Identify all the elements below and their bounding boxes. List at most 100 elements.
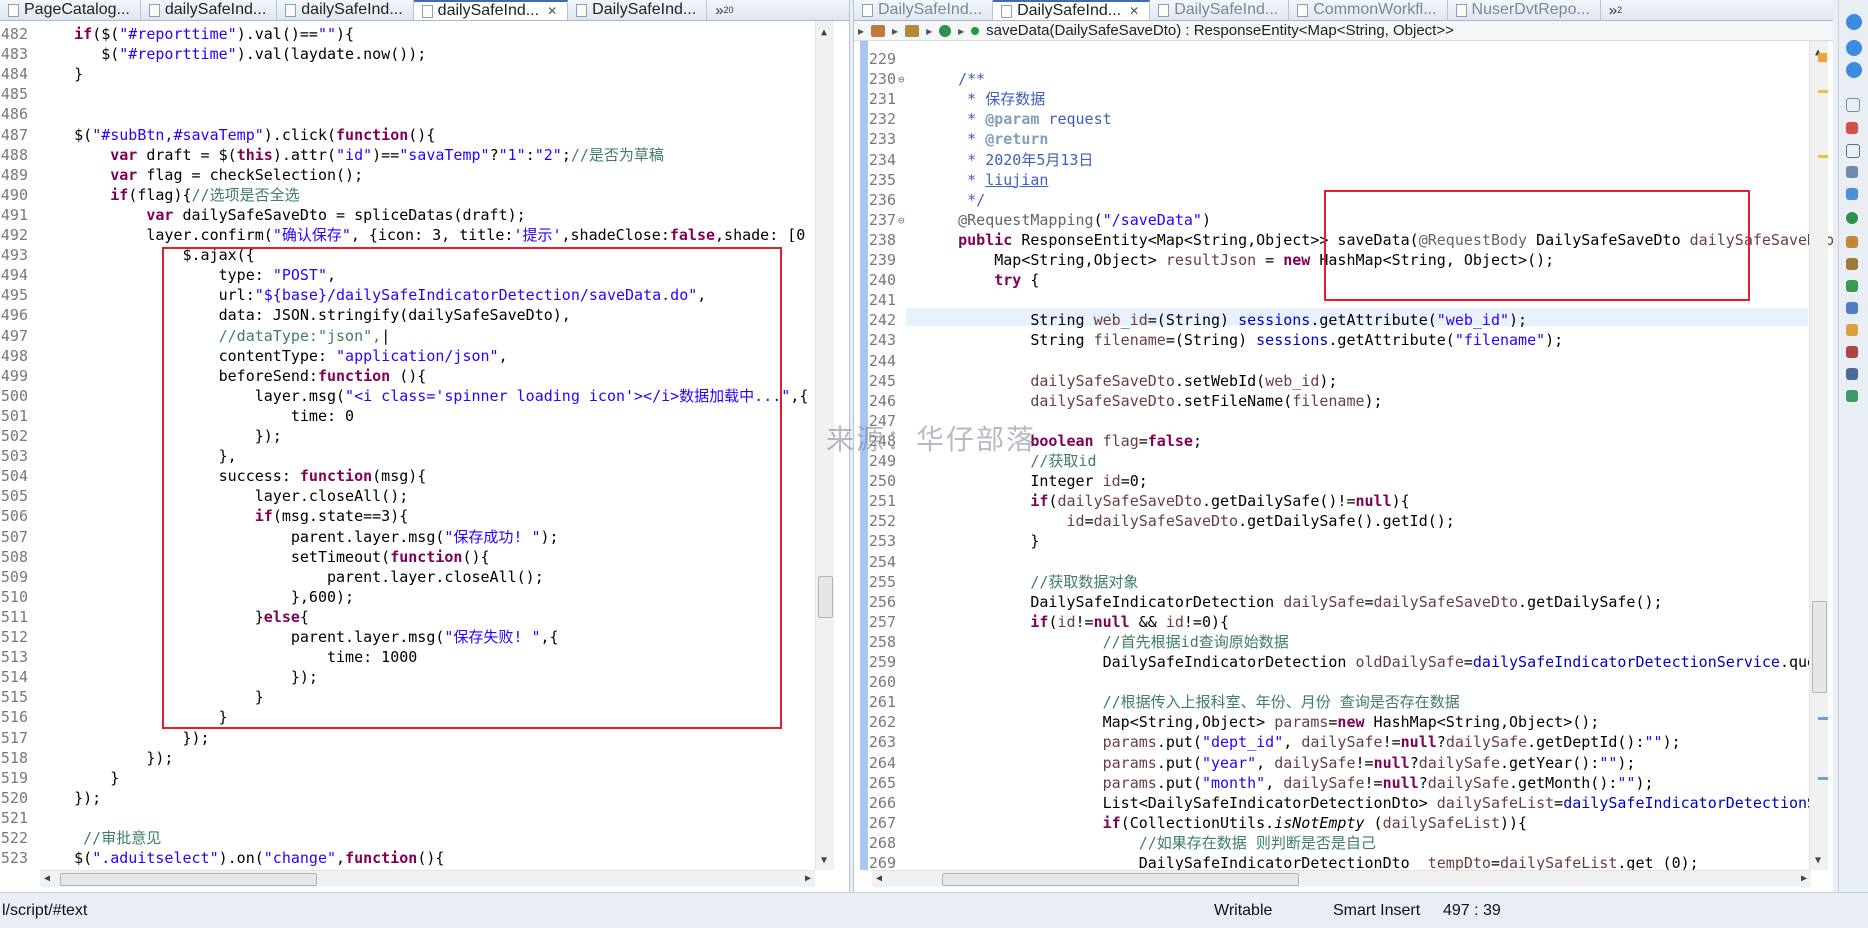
code-line[interactable]: if(id!=null && id!=0){ bbox=[922, 613, 1229, 631]
close-icon[interactable]: ✕ bbox=[1129, 4, 1139, 18]
close-icon[interactable]: ✕ bbox=[547, 4, 557, 18]
code-line[interactable]: }); bbox=[38, 729, 209, 747]
code-line[interactable]: if(CollectionUtils.isNotEmpty (dailySafe… bbox=[922, 814, 1527, 832]
code-line[interactable]: parent.layer.closeAll(); bbox=[38, 568, 544, 586]
globe-icon[interactable] bbox=[1846, 14, 1862, 30]
overview-marker[interactable] bbox=[1818, 717, 1828, 720]
scroll-down-arrow-icon[interactable]: ▼ bbox=[1815, 855, 1821, 866]
left-tab[interactable]: DailySafeInd... bbox=[568, 0, 708, 20]
code-line[interactable]: beforeSend:function (){ bbox=[38, 367, 427, 385]
code-line[interactable]: Map<String,Object> resultJson = new Hash… bbox=[922, 252, 1554, 269]
right-scroll-thumb[interactable] bbox=[1812, 601, 1827, 693]
code-line[interactable]: //首先根据id查询原始数据 bbox=[922, 633, 1289, 651]
code-line[interactable]: params.put("dept_id", dailySafe!=null?da… bbox=[922, 734, 1681, 751]
code-line[interactable]: * 2020年5月13日 bbox=[922, 151, 1093, 169]
code-line[interactable]: if(msg.state==3){ bbox=[38, 508, 409, 525]
code-line[interactable]: if(flag){//选项是否全选 bbox=[38, 186, 299, 204]
code-line[interactable]: String web_id=(String) sessions.getAttri… bbox=[922, 312, 1527, 329]
scroll-left-arrow-icon[interactable]: ◀ bbox=[44, 873, 50, 884]
code-line[interactable]: time: 0 bbox=[38, 407, 354, 425]
scroll-up-arrow-icon[interactable]: ▲ bbox=[821, 27, 827, 38]
code-line[interactable]: }); bbox=[38, 749, 173, 767]
scroll-right-arrow-icon[interactable]: ▶ bbox=[805, 873, 811, 884]
fold-toggle-icon[interactable]: ⊖ bbox=[898, 214, 905, 227]
scroll-left-arrow-icon[interactable]: ◀ bbox=[876, 873, 882, 884]
tab-overflow-button[interactable]: » 20 bbox=[707, 0, 741, 20]
right-tab[interactable]: DailySafeInd... ✕ bbox=[993, 0, 1151, 20]
code-line[interactable]: //审批意见 bbox=[38, 830, 161, 847]
status-insert-mode[interactable]: Smart Insert bbox=[1333, 902, 1420, 920]
code-line[interactable]: } bbox=[38, 689, 264, 706]
code-line[interactable]: @RequestMapping("/saveData") bbox=[922, 211, 1211, 229]
left-tab[interactable]: dailySafeInd... bbox=[141, 0, 278, 20]
console-icon[interactable] bbox=[1846, 144, 1860, 158]
code-line[interactable]: } bbox=[922, 533, 1039, 550]
code-line[interactable]: params.put("year", dailySafe!=null?daily… bbox=[922, 754, 1636, 772]
right-tab[interactable]: DailySafeInd... bbox=[1150, 0, 1290, 20]
code-line[interactable]: url:"${base}/dailySafeIndicatorDetection… bbox=[38, 287, 707, 304]
right-tab[interactable]: NuserDvtRepo... bbox=[1448, 0, 1601, 20]
code-line[interactable]: }); bbox=[38, 428, 282, 445]
globe-icon[interactable] bbox=[1846, 40, 1862, 56]
code-line[interactable]: }); bbox=[38, 789, 101, 807]
code-line[interactable]: var draft = $(this).attr("id")=="savaTem… bbox=[38, 146, 664, 164]
code-line[interactable]: params.put("month", dailySafe!=null?dail… bbox=[922, 774, 1654, 792]
code-line[interactable]: if(dailySafeSaveDto.getDailySafe()!=null… bbox=[922, 493, 1409, 510]
code-line[interactable]: String filename=(String) sessions.getAtt… bbox=[922, 332, 1563, 349]
type-hierarchy-icon[interactable] bbox=[1846, 122, 1858, 134]
code-line[interactable]: if($("#reporttime").val()==""){ bbox=[38, 26, 354, 43]
code-line[interactable]: //根据传入上报科室、年份、月份 查询是否存在数据 bbox=[922, 694, 1460, 711]
breakpoints-icon[interactable] bbox=[1846, 302, 1858, 314]
code-line[interactable]: id=dailySafeSaveDto.getDailySafe().getId… bbox=[922, 513, 1455, 530]
code-line[interactable]: dailySafeSaveDto.setFileName(filename); bbox=[922, 392, 1382, 410]
right-horizontal-scrollbar[interactable]: ◀ ▶ bbox=[872, 870, 1811, 887]
code-line[interactable]: public ResponseEntity<Map<String,Object>… bbox=[922, 231, 1833, 249]
code-line[interactable]: setTimeout(function(){ bbox=[38, 548, 490, 566]
overview-marker[interactable] bbox=[1818, 777, 1828, 780]
right-tab[interactable]: CommonWorkfl... bbox=[1289, 0, 1448, 20]
code-line[interactable]: },600); bbox=[38, 588, 354, 606]
outline-icon[interactable] bbox=[1846, 98, 1860, 112]
code-line[interactable]: //获取数据对象 bbox=[922, 573, 1138, 591]
code-line[interactable]: time: 1000 bbox=[38, 649, 417, 666]
code-line[interactable]: $(".aduitselect").on("change",function()… bbox=[38, 850, 444, 867]
code-line[interactable]: dailySafeSaveDto.setWebId(web_id); bbox=[922, 372, 1337, 390]
overview-marker[interactable] bbox=[1818, 155, 1828, 158]
code-line[interactable]: DailySafeIndicatorDetection oldDailySafe… bbox=[922, 654, 1816, 671]
code-line[interactable]: List<DailySafeIndicatorDetectionDto> dai… bbox=[922, 794, 1816, 812]
code-line[interactable]: $("#reporttime").val(laydate.now()); bbox=[38, 46, 426, 63]
code-line[interactable]: contentType: "application/json", bbox=[38, 347, 508, 365]
code-line[interactable]: Integer id=0; bbox=[922, 473, 1147, 490]
code-line[interactable]: /** bbox=[922, 71, 985, 88]
left-hscroll-thumb[interactable] bbox=[60, 873, 317, 886]
left-tab[interactable]: dailySafeInd... ✕ bbox=[413, 0, 569, 20]
code-line[interactable]: var dailySafeSaveDto = spliceDatas(draft… bbox=[38, 206, 525, 224]
team-icon[interactable] bbox=[1846, 390, 1858, 402]
code-line[interactable]: var flag = checkSelection(); bbox=[38, 166, 363, 184]
code-line[interactable]: */ bbox=[922, 191, 985, 209]
code-line[interactable]: //dataType:"json",| bbox=[38, 327, 391, 345]
code-line[interactable]: parent.layer.msg("保存失败! ",{ bbox=[38, 629, 559, 646]
code-line[interactable]: }, bbox=[38, 448, 237, 465]
tab-overflow-button[interactable]: » 2 bbox=[1601, 0, 1630, 20]
code-line[interactable]: success: function(msg){ bbox=[38, 468, 427, 485]
junit-icon[interactable] bbox=[1846, 346, 1858, 358]
code-line[interactable]: Map<String,Object> params=new HashMap<St… bbox=[922, 714, 1600, 731]
code-line[interactable]: layer.confirm("确认保存", {icon: 3, title:'提… bbox=[38, 227, 805, 244]
left-tab[interactable]: PageCatalog... bbox=[0, 0, 141, 20]
left-code-area[interactable]: 482 if($("#reporttime").val()==""){483 $… bbox=[0, 21, 849, 892]
history-icon[interactable] bbox=[1846, 324, 1858, 336]
servers-icon[interactable] bbox=[1846, 188, 1858, 200]
wrench-icon[interactable] bbox=[1846, 258, 1858, 270]
scroll-down-arrow-icon[interactable]: ▼ bbox=[821, 855, 827, 866]
code-line[interactable]: * 保存数据 bbox=[922, 91, 1045, 108]
fold-toggle-icon[interactable]: ⊖ bbox=[898, 73, 905, 86]
overview-marker[interactable] bbox=[1818, 90, 1828, 93]
code-line[interactable]: } bbox=[38, 769, 119, 787]
code-line[interactable]: data: JSON.stringify(dailySafeSaveDto), bbox=[38, 307, 571, 324]
debug-icon[interactable] bbox=[1846, 280, 1858, 292]
left-tab[interactable]: dailySafeInd... bbox=[277, 0, 414, 20]
right-vertical-scrollbar[interactable]: ▲ ▼ bbox=[1809, 41, 1828, 870]
search-icon[interactable] bbox=[1846, 212, 1858, 224]
code-line[interactable]: * @return bbox=[922, 131, 1048, 148]
